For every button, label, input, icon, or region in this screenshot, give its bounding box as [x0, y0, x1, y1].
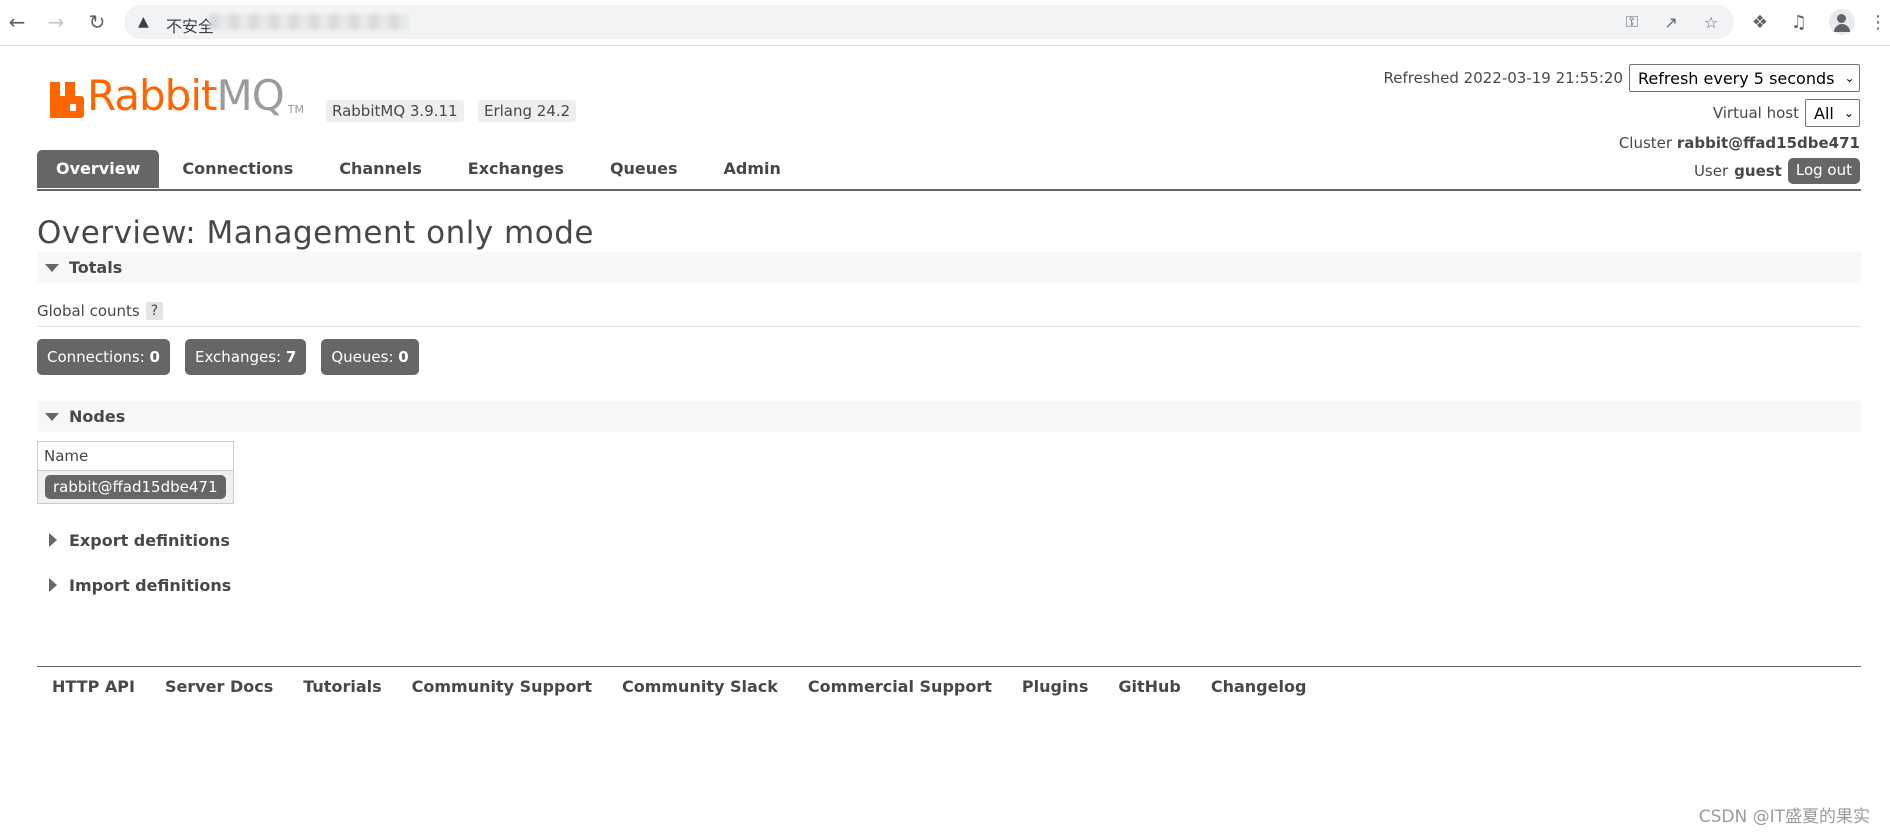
footer-link-community-slack[interactable]: Community Slack [622, 677, 778, 696]
logo-rabbit-text: Rabbit [87, 71, 217, 120]
refresh-row: Refreshed 2022-03-19 21:55:20 Refresh ev… [1384, 64, 1860, 92]
table-header-name: Name [38, 442, 233, 471]
global-counts: Global counts ? [37, 302, 164, 320]
footer-link-github[interactable]: GitHub [1118, 677, 1181, 696]
footer-link-changelog[interactable]: Changelog [1211, 677, 1307, 696]
footer-link-community-support[interactable]: Community Support [412, 677, 592, 696]
footer-link-http-api[interactable]: HTTP API [52, 677, 135, 696]
erlang-version-badge: Erlang 24.2 [478, 100, 577, 122]
nodes-table: Name rabbit@ffad15dbe471 [37, 441, 234, 504]
triangle-right-icon [49, 533, 57, 547]
back-arrow-icon[interactable]: ← [4, 9, 30, 35]
logo-mq-text: MQ [216, 71, 284, 120]
puzzle-icon[interactable]: ❖ [1748, 10, 1772, 34]
tab-admin[interactable]: Admin [701, 150, 804, 188]
virtual-host-select[interactable]: All ⌄ [1805, 99, 1860, 127]
import-definitions-toggle[interactable]: Import definitions [37, 573, 231, 597]
cluster-info: Cluster rabbit@ffad15dbe471 [1619, 134, 1860, 152]
rabbit-logo-icon [50, 82, 84, 118]
browser-toolbar: ← → ↻ ▲ 不安全 ⚿ ↗ ☆ ❖ ♫ ⋮ [0, 0, 1890, 46]
queues-count-badge[interactable]: Queues: 0 [321, 339, 419, 375]
tab-exchanges[interactable]: Exchanges [445, 150, 587, 188]
tab-overview[interactable]: Overview [37, 150, 160, 188]
rabbitmq-logo[interactable]: RabbitMQ TM [50, 74, 304, 118]
footer-link-server-docs[interactable]: Server Docs [165, 677, 273, 696]
connections-count-badge[interactable]: Connections: 0 [37, 339, 170, 375]
totals-label: Totals [69, 258, 123, 277]
star-icon[interactable]: ☆ [1700, 11, 1722, 33]
watermark: CSDN @IT盛夏的果实 [1698, 807, 1870, 827]
media-icon[interactable]: ♫ [1787, 10, 1811, 34]
footer-link-plugins[interactable]: Plugins [1022, 677, 1088, 696]
divider [37, 326, 1861, 327]
totals-section-toggle[interactable]: Totals [37, 252, 1861, 283]
export-definitions-toggle[interactable]: Export definitions [37, 528, 230, 552]
cluster-name: rabbit@ffad15dbe471 [1676, 134, 1860, 152]
main-tabs: Overview Connections Channels Exchanges … [37, 150, 804, 188]
queues-count: 0 [398, 348, 409, 366]
virtual-host-row: Virtual host All ⌄ [1713, 99, 1860, 127]
triangle-right-icon [49, 578, 57, 592]
rabbitmq-version-badge: RabbitMQ 3.9.11 [326, 100, 464, 122]
insecure-label: 不安全 [166, 17, 215, 36]
exchanges-count-badge[interactable]: Exchanges: 7 [184, 339, 307, 375]
tab-queues[interactable]: Queues [587, 150, 701, 188]
chevron-down-icon: ⌄ [1843, 106, 1854, 120]
footer-divider [37, 666, 1861, 667]
page-content: RabbitMQ TM RabbitMQ 3.9.11 Erlang 24.2 … [0, 46, 1890, 833]
refresh-interval-select[interactable]: Refresh every 5 seconds ⌄ [1629, 64, 1860, 92]
exchanges-count: 7 [285, 348, 297, 366]
global-counts-label: Global counts [37, 302, 140, 320]
table-row: rabbit@ffad15dbe471 [38, 471, 233, 503]
help-button[interactable]: ? [145, 302, 164, 320]
tab-connections[interactable]: Connections [159, 150, 316, 188]
export-definitions-label: Export definitions [69, 530, 230, 550]
warning-icon: ▲ [138, 14, 149, 30]
profile-icon[interactable] [1829, 9, 1855, 35]
import-definitions-label: Import definitions [69, 575, 232, 595]
menu-icon[interactable]: ⋮ [1866, 10, 1890, 34]
virtual-host-label: Virtual host [1712, 104, 1799, 122]
count-badges: Connections: 0 Exchanges: 7 Queues: 0 [37, 339, 419, 375]
cluster-label: Cluster [1618, 134, 1673, 152]
triangle-down-icon [45, 412, 59, 421]
forward-arrow-icon[interactable]: → [43, 9, 69, 35]
node-link[interactable]: rabbit@ffad15dbe471 [45, 475, 226, 499]
tab-divider [37, 189, 1861, 191]
tab-channels[interactable]: Channels [316, 150, 445, 188]
user-name: guest [1734, 162, 1782, 180]
address-bar[interactable]: ▲ 不安全 ⚿ ↗ ☆ [124, 5, 1734, 39]
key-icon[interactable]: ⚿ [1621, 11, 1643, 33]
nodes-label: Nodes [69, 407, 126, 426]
connections-count: 0 [149, 348, 160, 366]
footer-link-commercial-support[interactable]: Commercial Support [808, 677, 992, 696]
page-title: Overview: Management only mode [37, 215, 594, 251]
reload-icon[interactable]: ↻ [84, 9, 110, 35]
nodes-section-toggle[interactable]: Nodes [37, 401, 1861, 432]
footer-links: HTTP API Server Docs Tutorials Community… [52, 677, 1306, 696]
logout-button[interactable]: Log out [1787, 158, 1860, 184]
triangle-down-icon [45, 263, 59, 272]
share-icon[interactable]: ↗ [1660, 11, 1682, 33]
user-label: User [1693, 162, 1729, 180]
blurred-url [209, 14, 409, 30]
user-info: User guest Log out [1694, 158, 1860, 184]
chevron-down-icon: ⌄ [1844, 71, 1855, 85]
footer-link-tutorials[interactable]: Tutorials [303, 677, 381, 696]
refreshed-label: Refreshed 2022-03-19 21:55:20 [1383, 69, 1623, 87]
logo-tm: TM [287, 103, 304, 116]
